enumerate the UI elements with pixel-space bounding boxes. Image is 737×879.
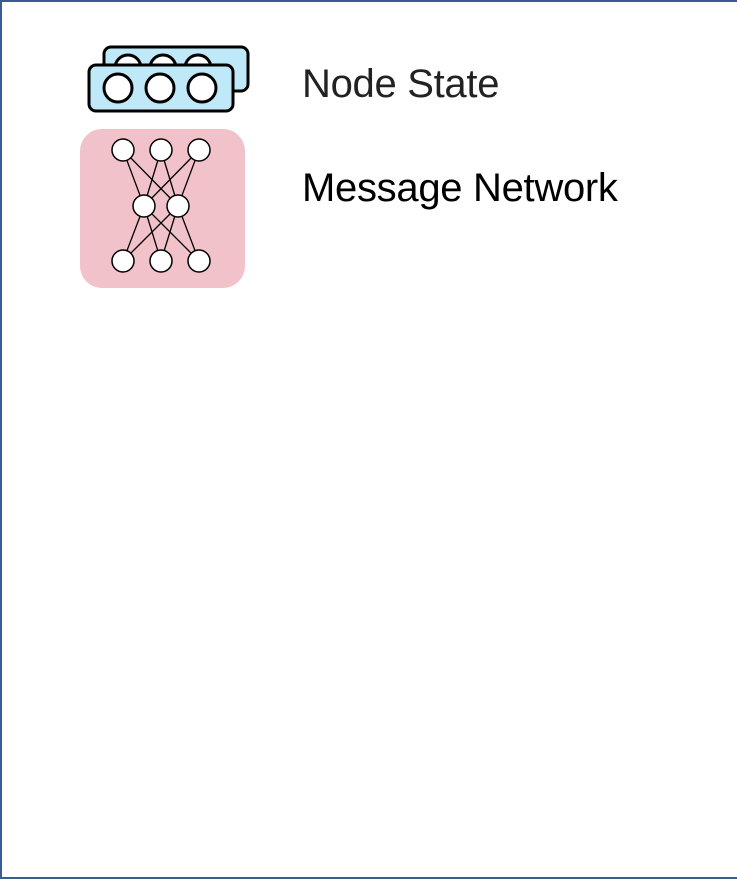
neural-network-icon xyxy=(79,128,247,290)
node-state-label: Node State xyxy=(302,62,500,106)
node-state-icon xyxy=(86,44,254,114)
message-network-label: Message Network xyxy=(302,166,618,210)
